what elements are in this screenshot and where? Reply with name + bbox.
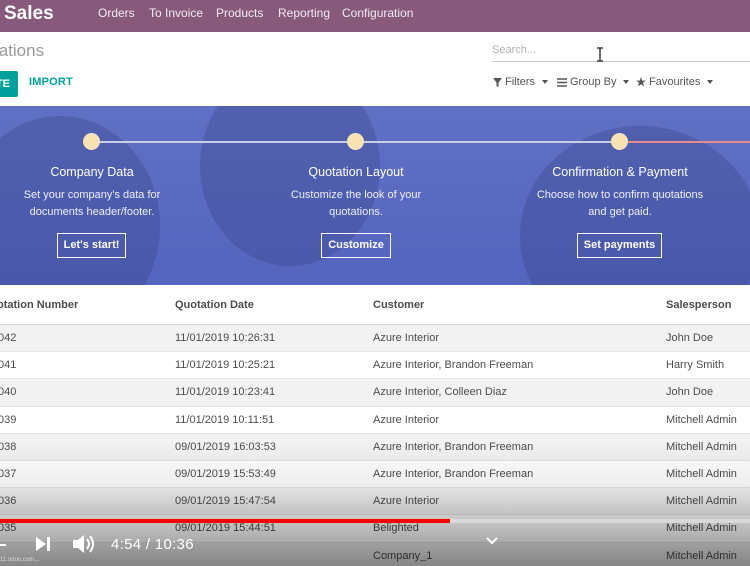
cell-date: 11/01/2019 10:25:21 xyxy=(175,359,276,372)
video-time: 4:54 / 10:36 xyxy=(111,536,194,553)
cell-salesperson: Mitchell Admin xyxy=(666,440,737,453)
cell-date: 09/01/2019 15:47:54 xyxy=(175,495,276,508)
chevron-down-icon[interactable] xyxy=(486,536,498,546)
step-dot-payment xyxy=(611,133,628,150)
cell-salesperson: Mitchell Admin xyxy=(666,549,737,562)
cell-salesperson: Mitchell Admin xyxy=(666,467,737,480)
cell-date: 11/01/2019 10:11:51 xyxy=(175,413,275,426)
chevron-down-icon xyxy=(623,80,630,84)
cell-number: 037 xyxy=(0,467,17,480)
cell-number: 040 xyxy=(0,386,17,399)
step-dot-layout xyxy=(347,133,364,150)
cell-number: 035 xyxy=(0,522,17,535)
chevron-down-icon xyxy=(541,80,548,84)
cell-customer: Azure Interior xyxy=(373,495,440,508)
table-row[interactable]: 036 09/01/2019 15:47:54 Azure Interior M… xyxy=(0,488,750,516)
menu-products[interactable]: Products xyxy=(216,0,263,32)
previous-icon[interactable] xyxy=(0,541,6,549)
cell-customer: Azure Interior, Brandon Freeman xyxy=(373,467,534,480)
filter-icon xyxy=(493,77,502,87)
table-row[interactable]: 037 09/01/2019 15:53:49 Azure Interior, … xyxy=(0,460,750,489)
table-row[interactable]: 038 09/01/2019 16:03:53 Azure Interior, … xyxy=(0,433,750,461)
progress-track-remaining xyxy=(619,141,750,143)
cell-customer: Belighted xyxy=(373,522,419,535)
text-cursor-icon xyxy=(597,47,603,62)
volume-icon[interactable] xyxy=(72,533,98,555)
list-icon xyxy=(557,77,567,87)
cell-number: 039 xyxy=(0,413,17,426)
col-quotation-date[interactable]: Quotation Date xyxy=(175,299,254,311)
menu-orders[interactable]: Orders xyxy=(98,0,135,32)
breadcrumb[interactable]: tations xyxy=(0,41,44,61)
cell-customer: Azure Interior xyxy=(373,332,440,344)
menu-configuration[interactable]: Configuration xyxy=(342,0,413,32)
onboarding-banner: Company Data Set your company's data for… xyxy=(0,106,750,285)
cell-customer: Company_1 xyxy=(373,549,433,562)
cell-customer: Azure Interior xyxy=(373,413,440,426)
filters-label: Filters xyxy=(505,76,535,88)
table-row[interactable]: 042 11/01/2019 10:26:31 Azure Interior J… xyxy=(0,325,750,353)
set-payments-button[interactable]: Set payments xyxy=(577,233,662,258)
step-desc-payment: Choose how to confirm quotations and get … xyxy=(536,189,704,218)
cell-date: 09/01/2019 15:53:49 xyxy=(175,467,276,480)
col-customer[interactable]: Customer xyxy=(373,299,424,311)
menu-to-invoice[interactable]: To Invoice xyxy=(149,0,203,32)
cell-salesperson: Mitchell Admin xyxy=(666,413,737,426)
col-salesperson[interactable]: Salesperson xyxy=(666,299,731,311)
cell-salesperson: Harry Smith xyxy=(666,359,725,372)
import-button[interactable]: IMPORT xyxy=(29,76,73,88)
group-by-label: Group By xyxy=(570,76,617,88)
cell-number: 036 xyxy=(0,495,17,508)
step-desc-company: Set your company's data for documents hea… xyxy=(23,189,161,218)
status-url: 11.odoo.com... xyxy=(0,557,40,563)
cell-salesperson: John Doe xyxy=(666,332,714,344)
cell-number: 042 xyxy=(0,332,17,344)
group-by-dropdown[interactable]: Group By xyxy=(557,76,630,88)
cell-salesperson: John Doe xyxy=(666,386,714,399)
cell-date: 09/01/2019 15:44:51 xyxy=(175,522,276,535)
create-button[interactable]: TE xyxy=(0,71,18,97)
menu-reporting[interactable]: Reporting xyxy=(278,0,330,32)
lets-start-button[interactable]: Let's start! xyxy=(57,233,126,258)
search-input[interactable] xyxy=(492,40,750,60)
table-row[interactable]: 041 11/01/2019 10:25:21 Azure Interior, … xyxy=(0,352,750,380)
cell-number: 041 xyxy=(0,359,17,372)
step-dot-company xyxy=(83,133,100,150)
cell-date: 11/01/2019 10:23:41 xyxy=(175,386,276,399)
cell-customer: Azure Interior, Brandon Freeman xyxy=(373,440,534,453)
star-icon xyxy=(636,77,646,87)
step-title-layout: Quotation Layout xyxy=(308,165,404,179)
cell-salesperson: Mitchell Admin xyxy=(666,495,737,508)
cell-customer: Azure Interior, Colleen Diaz xyxy=(373,386,507,399)
cell-number: 038 xyxy=(0,440,17,453)
quotation-list: 042 11/01/2019 10:26:31 Azure Interior J… xyxy=(0,325,750,566)
app-title[interactable]: Sales xyxy=(4,0,54,32)
step-title-payment: Confirmation & Payment xyxy=(552,165,688,179)
cell-customer: Azure Interior, Brandon Freeman xyxy=(373,359,534,372)
filters-dropdown[interactable]: Filters xyxy=(493,76,548,88)
cell-date: 11/01/2019 10:26:31 xyxy=(175,332,276,344)
next-icon[interactable] xyxy=(34,535,52,553)
table-row[interactable]: 039 11/01/2019 10:11:51 Azure Interior M… xyxy=(0,406,750,434)
cell-salesperson: Mitchell Admin xyxy=(666,522,737,535)
favourites-label: Favourites xyxy=(649,76,701,88)
favourites-dropdown[interactable]: Favourites xyxy=(636,76,714,88)
col-quotation-number[interactable]: otation Number xyxy=(0,299,78,311)
customize-button[interactable]: Customize xyxy=(321,233,391,258)
video-progress-fill[interactable] xyxy=(0,519,450,523)
search-box[interactable] xyxy=(492,40,750,62)
table-row[interactable]: 040 11/01/2019 10:23:41 Azure Interior, … xyxy=(0,379,750,407)
top-navbar: Sales Orders To Invoice Products Reporti… xyxy=(0,0,750,32)
cell-date: 09/01/2019 16:03:53 xyxy=(175,440,276,453)
step-desc-layout: Customize the look of your quotations. xyxy=(290,189,422,218)
chevron-down-icon xyxy=(707,80,714,84)
table-header: otation Number Quotation Date Customer S… xyxy=(0,285,750,325)
step-title-company: Company Data xyxy=(50,165,134,179)
